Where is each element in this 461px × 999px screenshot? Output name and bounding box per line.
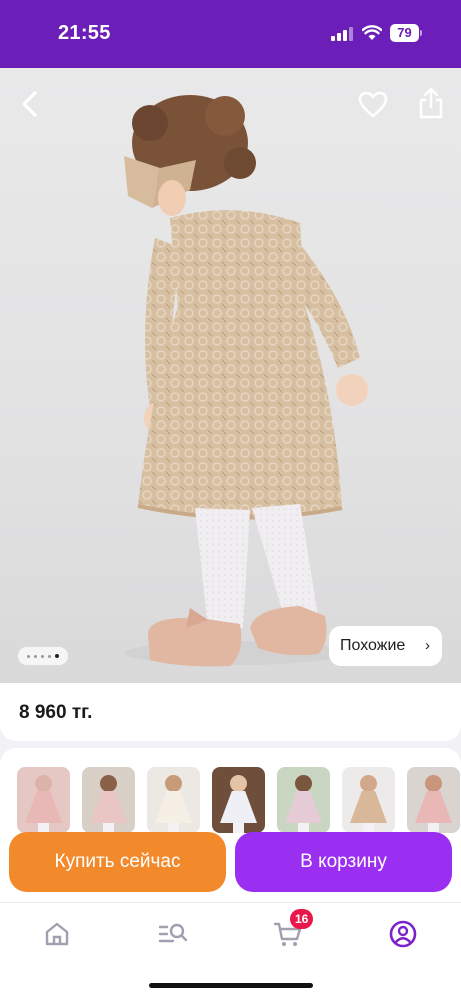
catalog-search-icon	[158, 923, 188, 943]
pager-dot	[27, 654, 30, 658]
buy-now-button[interactable]: Купить сейчас	[9, 832, 226, 892]
heart-icon[interactable]	[356, 87, 390, 121]
tab-catalog[interactable]	[153, 917, 193, 951]
image-pager-dots	[18, 647, 68, 665]
wifi-icon	[362, 25, 382, 40]
share-icon[interactable]	[414, 86, 448, 120]
price-card: 8 960 тг.	[0, 683, 461, 741]
variant-thumbnail[interactable]	[277, 767, 330, 833]
similar-products-button[interactable]: Похожие ›	[329, 626, 442, 666]
variant-thumbnail[interactable]	[17, 767, 70, 833]
variant-thumbnails	[17, 767, 460, 833]
pager-dot	[41, 654, 44, 658]
status-time: 21:55	[58, 22, 111, 44]
battery-level: 79	[390, 24, 419, 42]
cart-badge: 16	[290, 909, 314, 929]
signal-icon	[331, 27, 353, 41]
profile-icon	[389, 920, 417, 948]
variant-thumbnail[interactable]	[82, 767, 135, 833]
pager-dot	[34, 654, 37, 658]
variant-thumbnail[interactable]	[407, 767, 460, 833]
variant-thumbnail[interactable]	[342, 767, 395, 833]
pager-dot-active	[55, 654, 59, 658]
product-photo	[124, 95, 368, 667]
home-indicator	[149, 983, 313, 988]
home-icon	[45, 922, 69, 946]
tab-profile[interactable]	[383, 917, 423, 951]
pager-dot	[48, 654, 51, 658]
status-bar: 21:55 79	[0, 0, 461, 68]
similar-label: Похожие	[340, 637, 406, 654]
product-image-gallery[interactable]: Похожие ›	[0, 68, 461, 683]
add-to-cart-button[interactable]: В корзину	[235, 832, 452, 892]
chevron-right-icon: ›	[425, 637, 430, 654]
variant-thumbnail[interactable]	[147, 767, 200, 833]
variant-thumbnail[interactable]	[212, 767, 265, 833]
battery-icon: 79	[390, 24, 422, 42]
tab-home[interactable]	[37, 917, 77, 951]
product-price: 8 960 тг.	[19, 702, 93, 723]
back-icon[interactable]	[13, 87, 47, 121]
